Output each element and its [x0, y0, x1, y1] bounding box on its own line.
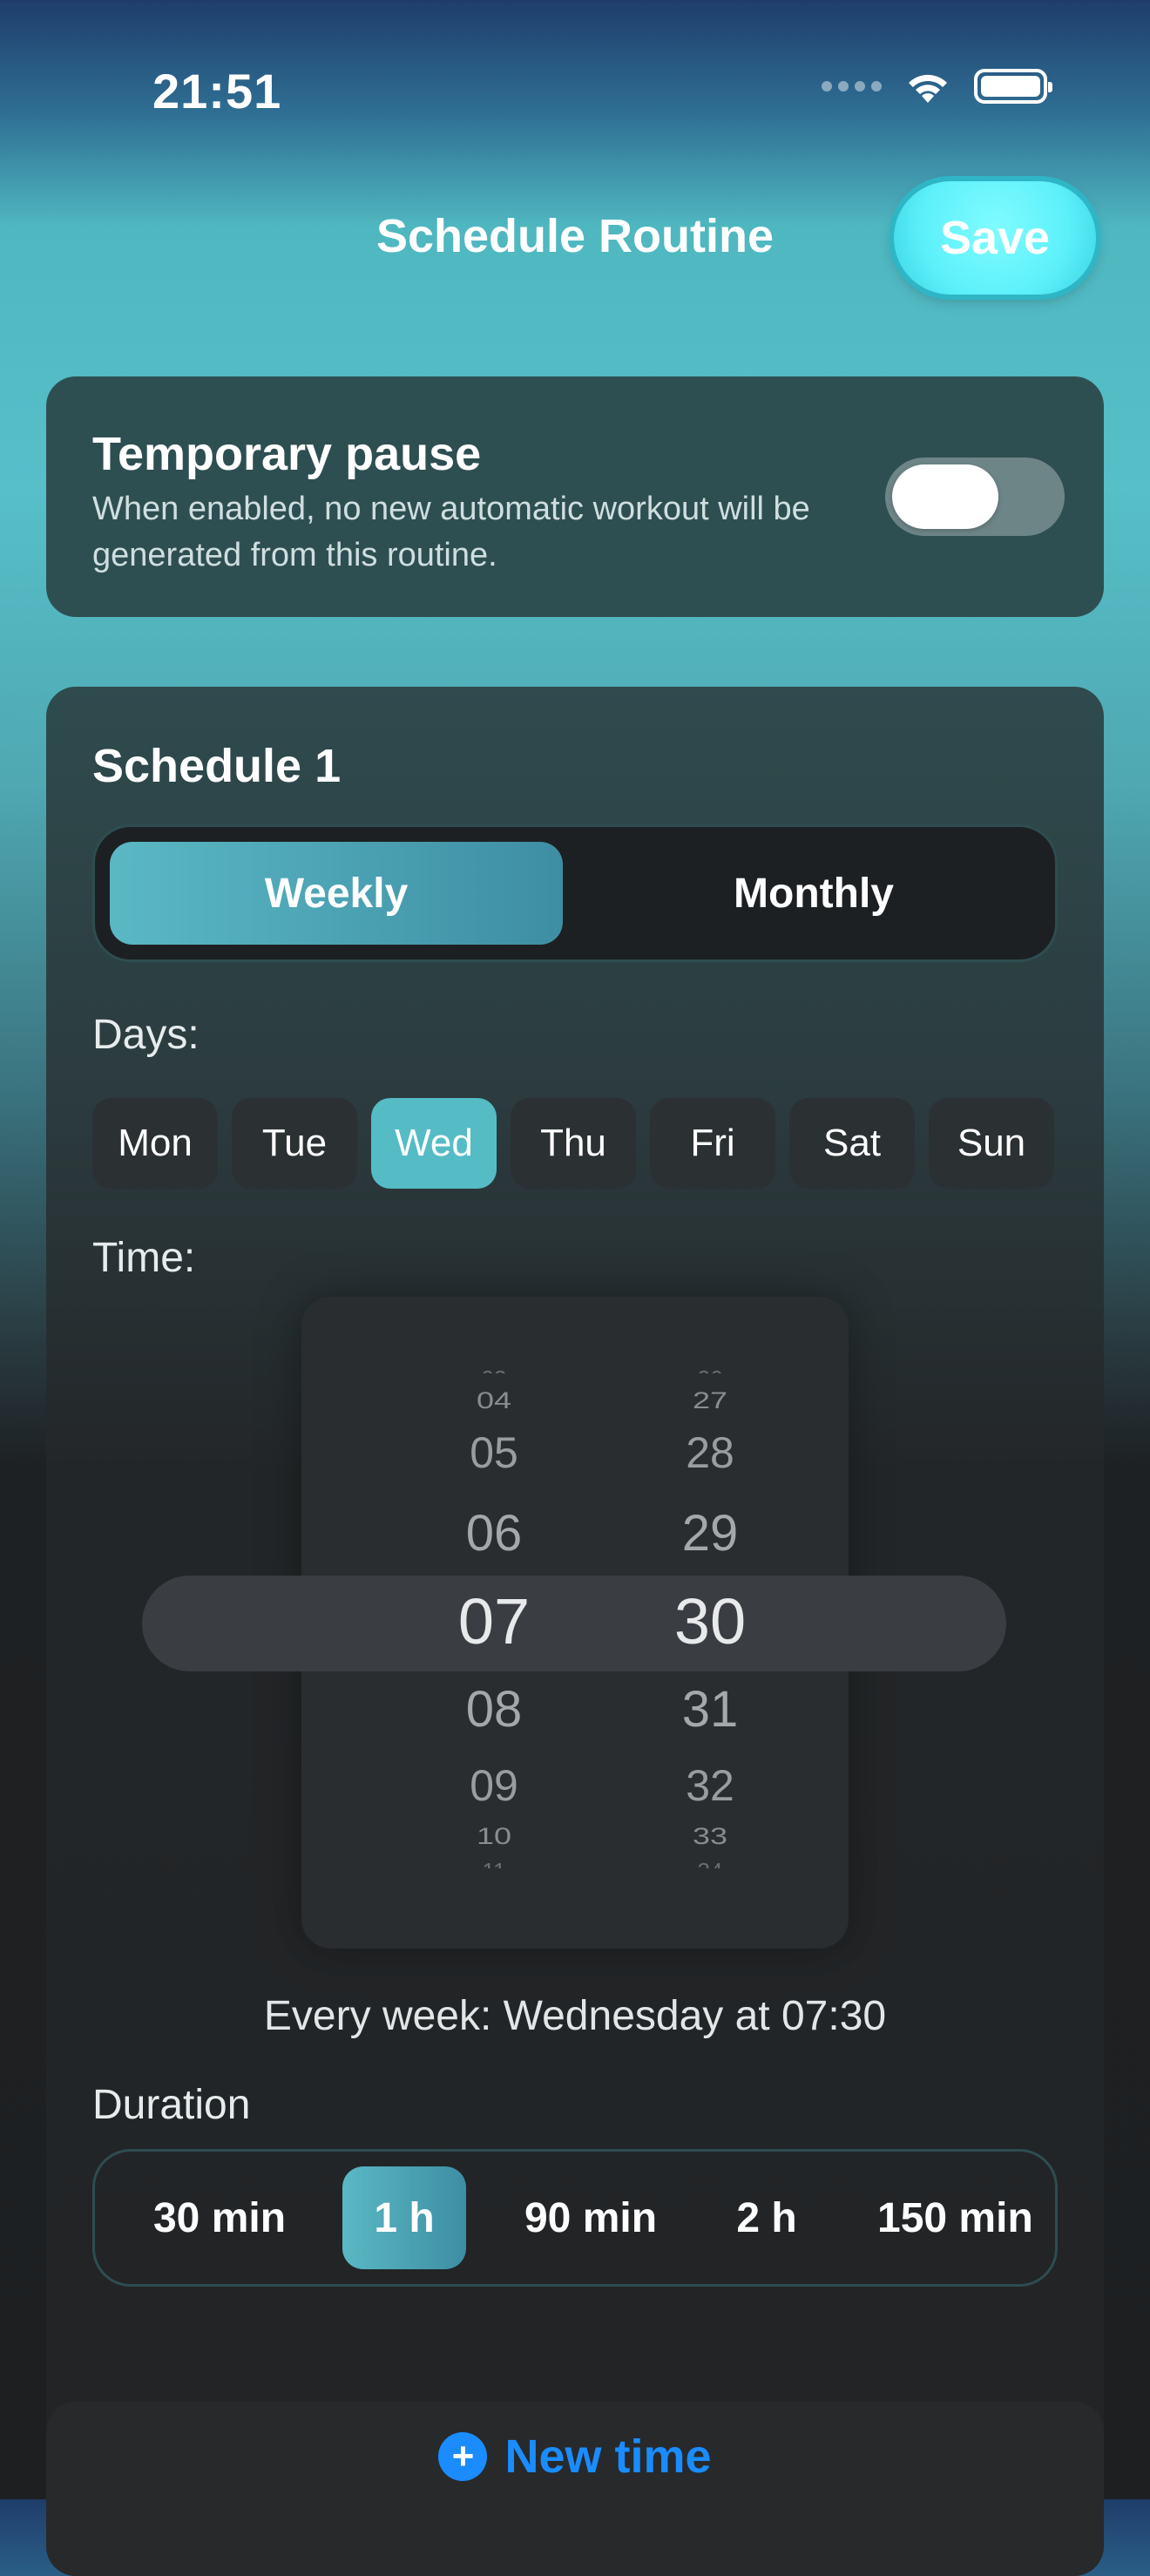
status-icons [822, 68, 1052, 105]
pause-title: Temporary pause [92, 428, 482, 480]
duration-option-1h[interactable]: 1 h [342, 2166, 466, 2269]
plus-circle-icon: + [438, 2432, 488, 2481]
battery-icon [974, 69, 1052, 104]
segment-weekly[interactable]: Weekly [110, 842, 563, 945]
minute-option: 27 [692, 1386, 728, 1413]
days-row: Mon Tue Wed Thu Fri Sat Sun [92, 1098, 1054, 1189]
hour-option: 10 [476, 1822, 512, 1849]
duration-selector[interactable]: 30 min 1 h 90 min 2 h 150 min [92, 2149, 1058, 2287]
schedule-card: Schedule 1 Weekly Monthly Days: Mon Tue … [46, 687, 1104, 2517]
duration-option-90min[interactable]: 90 min [499, 2166, 682, 2269]
pause-card: Temporary pause When enabled, no new aut… [46, 376, 1104, 617]
schedule-summary: Every week: Wednesday at 07:30 [263, 1993, 887, 2039]
minute-option: 31 [681, 1681, 739, 1738]
minute-option: 32 [686, 1761, 734, 1810]
segment-monthly[interactable]: Monthly [587, 842, 1040, 945]
duration-option-150min[interactable]: 150 min [862, 2166, 1055, 2269]
save-button[interactable]: Save [894, 181, 1096, 295]
new-time-button[interactable]: + New time [46, 2402, 1104, 2576]
hour-option: 09 [470, 1761, 518, 1810]
hour-option: 03 [398, 1361, 590, 1373]
days-label: Days: [92, 1012, 200, 1058]
frequency-segmented-control: Weekly Monthly [92, 824, 1058, 962]
duration-option-2h[interactable]: 2 h [710, 2166, 823, 2269]
minute-option-selected: 30 [673, 1585, 747, 1657]
minute-option: 29 [681, 1505, 739, 1562]
time-label: Time: [92, 1235, 196, 1281]
hour-option: 06 [465, 1505, 523, 1562]
day-mon[interactable]: Mon [92, 1098, 218, 1189]
day-tue[interactable]: Tue [232, 1098, 357, 1189]
hour-option: 04 [476, 1386, 512, 1413]
day-fri[interactable]: Fri [650, 1098, 775, 1189]
pause-description: When enabled, no new automatic workout w… [92, 491, 810, 573]
minute-option: 33 [692, 1822, 728, 1849]
minute-option: 34 [614, 1858, 806, 1868]
minute-option: 26 [614, 1361, 806, 1373]
duration-label: Duration [92, 2082, 251, 2128]
status-time: 21:51 [152, 64, 282, 119]
hour-option: 11 [398, 1858, 590, 1868]
schedule-title: Schedule 1 [92, 740, 342, 792]
day-thu[interactable]: Thu [511, 1098, 636, 1189]
toggle-knob [892, 464, 998, 529]
day-wed[interactable]: Wed [371, 1098, 497, 1189]
signal-dots-icon [822, 81, 882, 92]
hour-option: 08 [465, 1681, 523, 1738]
day-sat[interactable]: Sat [789, 1098, 915, 1189]
new-time-label: New time [504, 2430, 712, 2483]
hour-option-selected: 07 [457, 1585, 531, 1657]
minute-option: 28 [686, 1428, 734, 1477]
duration-option-30min[interactable]: 30 min [128, 2166, 311, 2269]
day-sun[interactable]: Sun [929, 1098, 1054, 1189]
hour-option: 05 [470, 1428, 518, 1477]
pause-toggle[interactable] [885, 458, 1065, 536]
wifi-icon [909, 74, 947, 103]
